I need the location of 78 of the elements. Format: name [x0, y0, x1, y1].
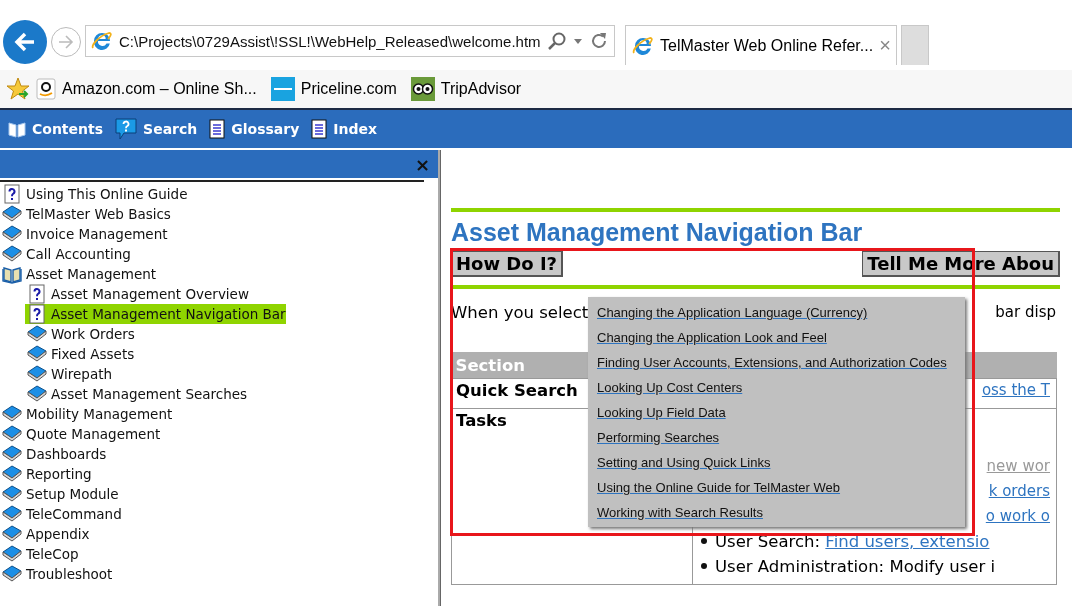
tab-title: TelMaster Web Online Refer...: [660, 36, 874, 55]
book-icon: [2, 224, 22, 244]
tree-item[interactable]: Dashboards: [0, 444, 107, 464]
tree-item[interactable]: Setup Module: [0, 484, 119, 504]
tree-item[interactable]: Troubleshoot: [0, 564, 113, 584]
tree-item[interactable]: Fixed Assets: [25, 344, 135, 364]
search-icon[interactable]: [547, 31, 567, 51]
tree-item[interactable]: TeleCommand: [0, 504, 122, 524]
tree-item[interactable]: Mobility Management: [0, 404, 173, 424]
intro-text: bar disp: [995, 303, 1057, 322]
book-icon: [2, 504, 22, 524]
tree-item[interactable]: Quote Management: [0, 424, 161, 444]
favorite-link[interactable]: TripAdvisor: [440, 80, 522, 98]
refresh-icon[interactable]: [589, 31, 609, 51]
forward-arrow-icon: [57, 33, 75, 51]
book-icon: [27, 324, 47, 344]
book-icon: [27, 364, 47, 384]
book-icon: [2, 544, 22, 564]
book-icon: [27, 344, 47, 364]
toolbar-link[interactable]: Contents: [32, 121, 104, 137]
browser-tab[interactable]: TelMaster Web Online Refer... ×: [625, 25, 897, 65]
tree-item[interactable]: Invoice Management: [0, 224, 168, 244]
intro-text: When you select: [451, 303, 589, 322]
caret-icon[interactable]: [573, 36, 583, 46]
menu-link[interactable]: Finding User Accounts, Extensions, and Authorization Codes: [597, 355, 947, 373]
book-icon: [2, 564, 22, 584]
link[interactable]: oss the T: [981, 381, 1050, 399]
close-button[interactable]: ×: [414, 153, 430, 175]
tree-item[interactable]: Call Accounting: [0, 244, 131, 264]
toolbar-link[interactable]: Index: [333, 121, 378, 137]
favorite-link[interactable]: Amazon.com – Online Sh...: [62, 80, 257, 98]
link[interactable]: k orders: [988, 482, 1050, 500]
book-icon: [8, 120, 26, 138]
help-page-icon: [27, 284, 47, 304]
document-icon: [209, 119, 226, 139]
open-book-icon: [2, 264, 22, 284]
back-arrow-icon: [13, 30, 37, 54]
document-icon: [311, 119, 328, 139]
owl-eyes-icon: [410, 77, 435, 101]
tree-item[interactable]: Work Orders: [25, 324, 135, 344]
nav-button[interactable]: How Do I?: [451, 251, 564, 277]
help-bubble-icon: [115, 118, 138, 140]
book-icon: [27, 384, 47, 404]
tree-item[interactable]: Asset Management Navigation Bar: [25, 304, 286, 324]
toolbar-link[interactable]: Glossary: [231, 121, 300, 137]
tree-item[interactable]: Asset Management: [0, 264, 157, 284]
back-button[interactable]: [3, 20, 47, 64]
tree-item[interactable]: Appendix: [0, 524, 90, 544]
book-icon: [2, 524, 22, 544]
menu-link[interactable]: Changing the Application Look and Feel: [597, 330, 827, 348]
book-icon: [2, 404, 22, 424]
book-icon: [2, 464, 22, 484]
toolbar-link[interactable]: Search: [143, 121, 198, 137]
tree-item[interactable]: TeleCop: [0, 544, 79, 564]
tree-item[interactable]: Asset Management Overview: [25, 284, 249, 304]
link[interactable]: o work o: [985, 507, 1050, 525]
tree-item[interactable]: Wirepath: [25, 364, 113, 384]
bullet-icon: [701, 538, 707, 544]
book-icon: [2, 204, 22, 224]
book-icon: [2, 424, 22, 444]
book-icon: [2, 484, 22, 504]
url-text: C:\Projects\0729Assist\!SSL!\WebHelp_Released\welcome.htm: [119, 32, 541, 50]
tab-close-button[interactable]: ×: [879, 34, 891, 57]
tree-item[interactable]: Reporting: [0, 464, 92, 484]
book-icon: [2, 244, 22, 264]
address-bar[interactable]: C:\Projects\0729Assist\!SSL!\WebHelp_Released\welcome.htm: [85, 25, 615, 57]
book-icon: [2, 444, 22, 464]
help-page-icon: [27, 304, 47, 324]
favorite-link[interactable]: Priceline.com: [300, 80, 397, 98]
bullet-icon: [701, 563, 707, 569]
page-title: Asset Management Navigation Bar: [451, 218, 864, 247]
list-text: User Search:: [715, 532, 821, 551]
tree-item[interactable]: TelMaster Web Basics: [0, 204, 171, 224]
tree-item[interactable]: Using This Online Guide: [0, 184, 188, 204]
list-text: User Administration: Modify user i: [715, 557, 996, 576]
tree-item[interactable]: Asset Management Searches: [25, 384, 248, 404]
favorites-star-icon[interactable]: [6, 77, 30, 101]
menu-link[interactable]: Changing the Application Language (Currency): [597, 305, 868, 323]
